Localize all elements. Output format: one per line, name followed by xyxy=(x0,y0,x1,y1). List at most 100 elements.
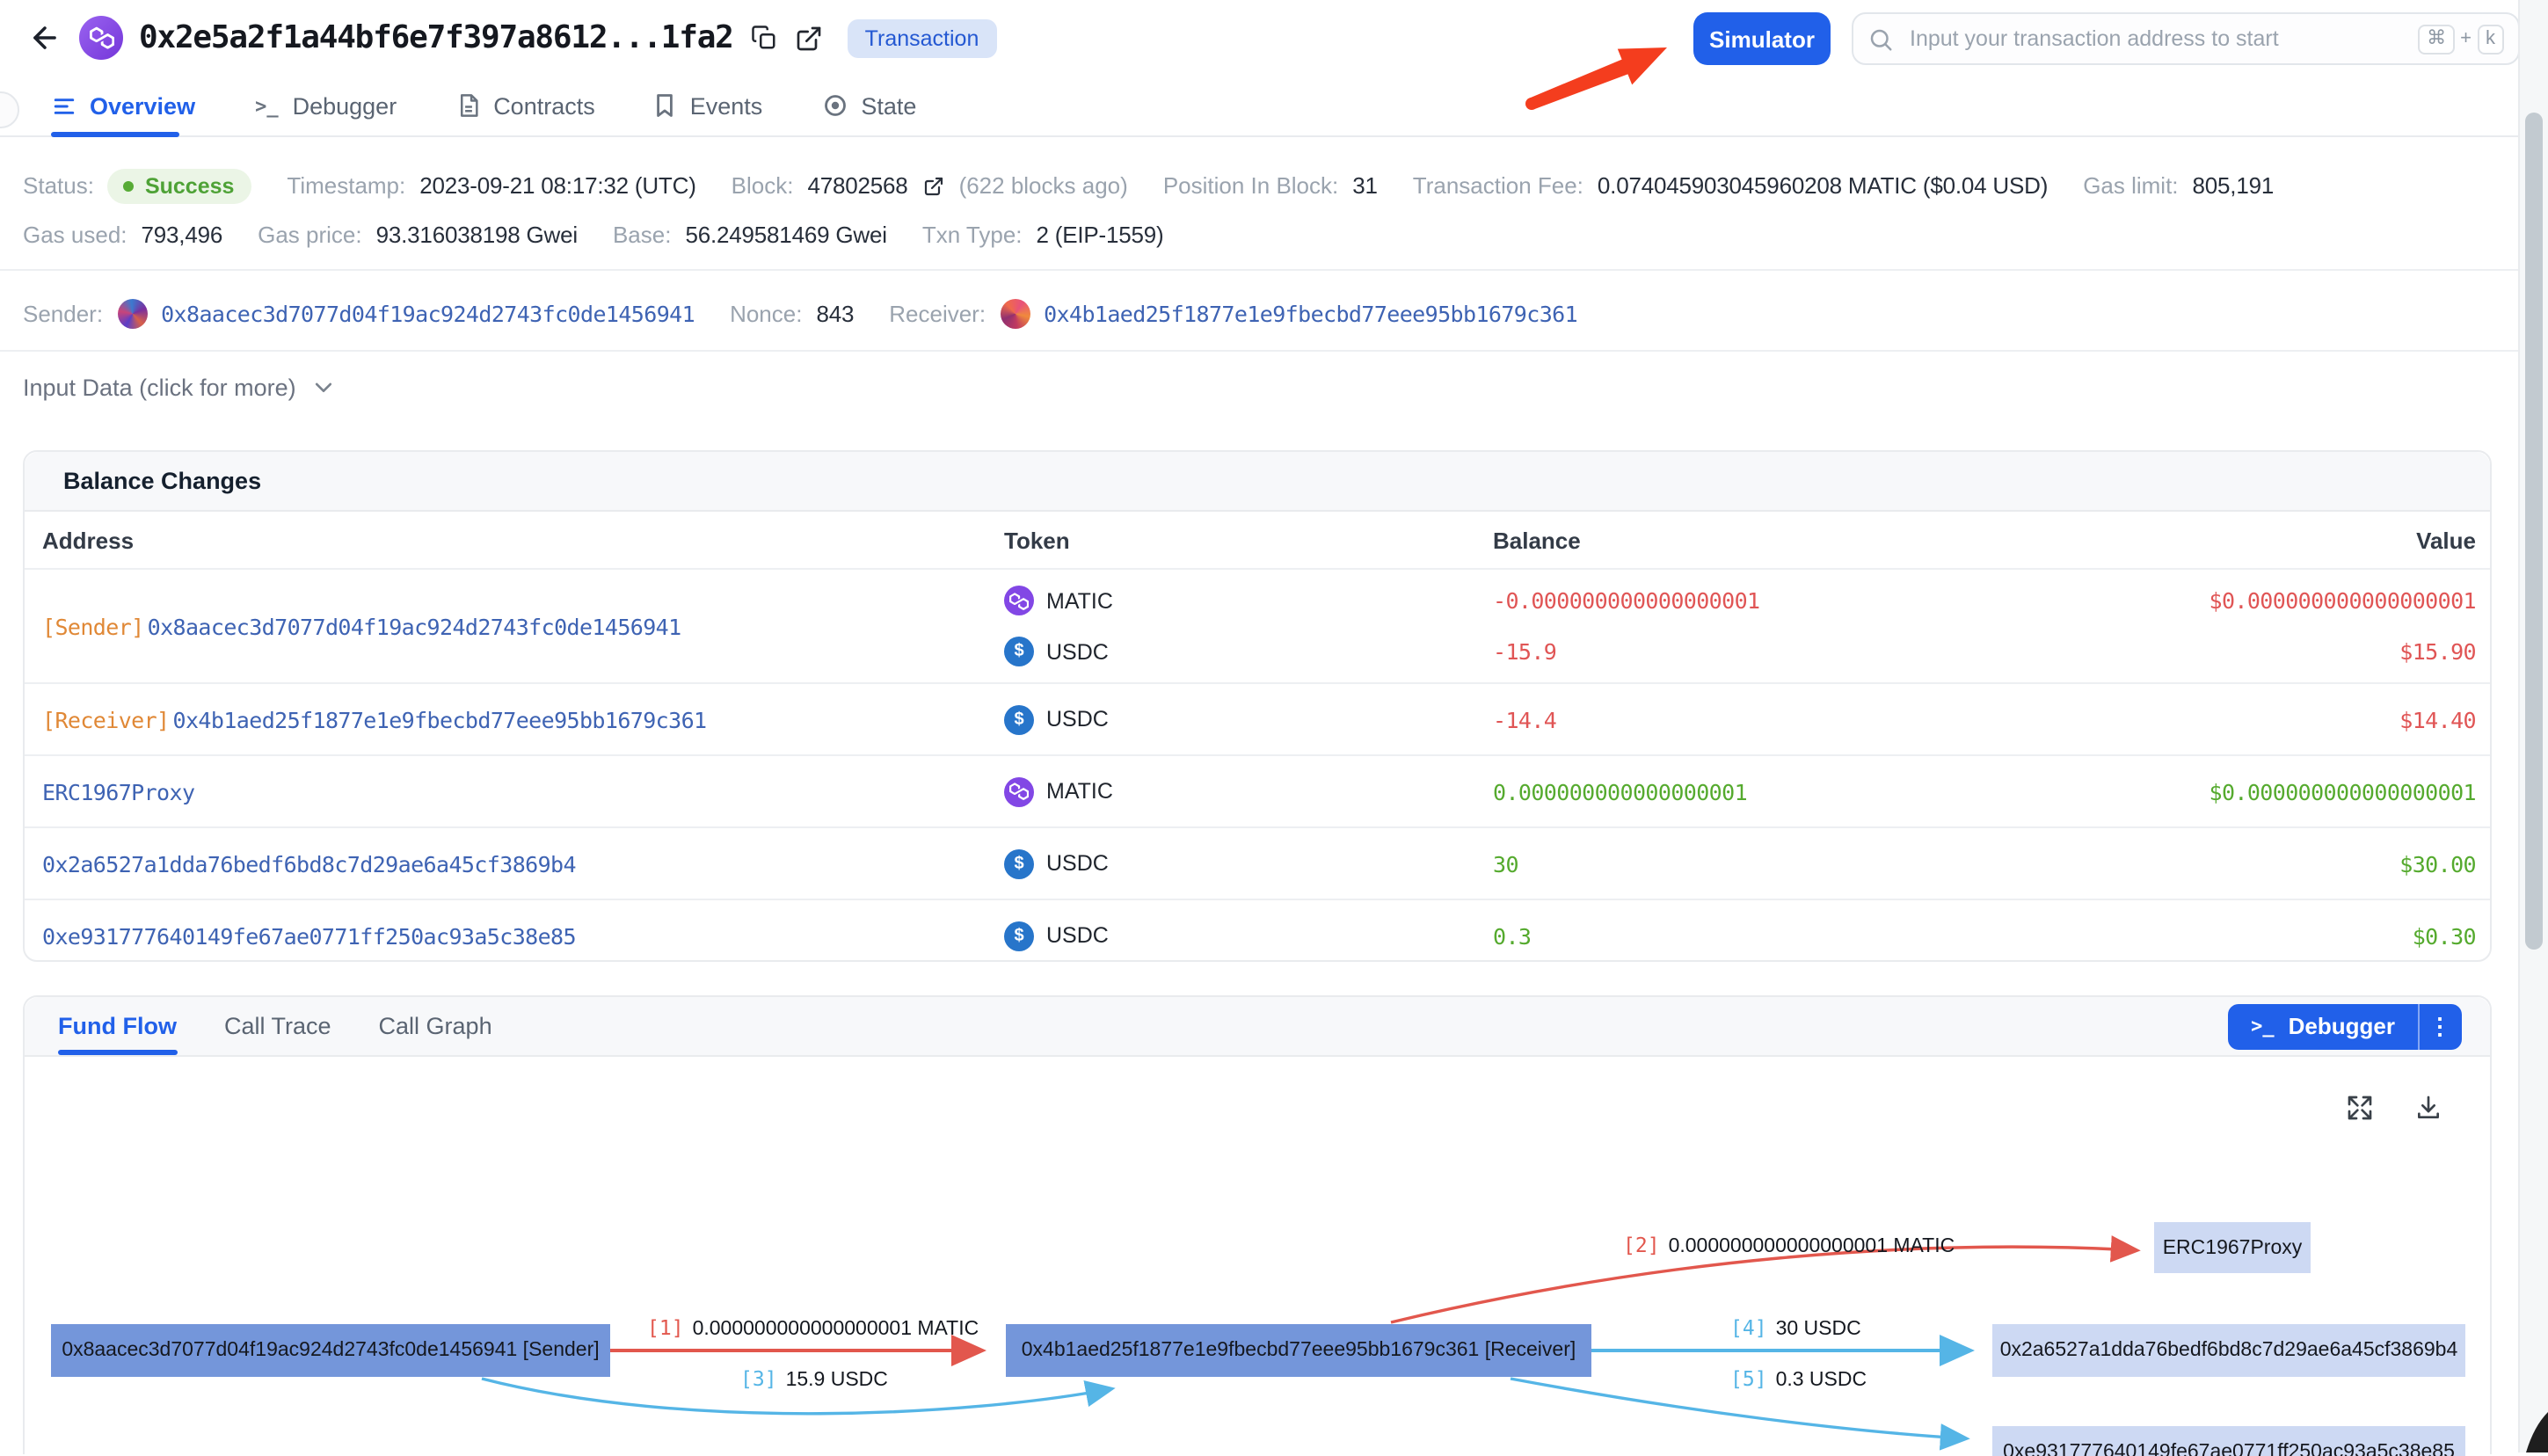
tab-events[interactable]: Events xyxy=(655,92,763,119)
token-name: MATIC xyxy=(1046,779,1113,804)
node-receiver[interactable]: 0x4b1aed25f1877e1e9fbecbd77eee95bb1679c3… xyxy=(1006,1324,1591,1377)
gas-price-label: Gas price: xyxy=(258,222,362,248)
divider xyxy=(0,350,2518,352)
tab-label: Overview xyxy=(90,92,195,119)
transaction-explorer-page: 0x2e5a2f1a44bf6e7f397a8612...1fa2 Transa… xyxy=(0,0,2548,1452)
fund-flow-panel: Fund Flow Call Trace Call Graph >_Debugg… xyxy=(23,995,2492,1454)
tab-call-graph[interactable]: Call Graph xyxy=(379,1013,492,1039)
col-balance: Balance xyxy=(1493,527,2056,553)
balance-table-header: Address Token Balance Value xyxy=(25,512,2490,570)
usdc-token-icon: $ xyxy=(1004,637,1034,666)
txn-type-value: 2 (EIP-1559) xyxy=(1037,222,1164,248)
node-0x2a6527[interactable]: 0x2a6527a1dda76bedf6bd8c7d29ae6a45cf3869… xyxy=(1992,1324,2465,1377)
external-link-icon[interactable] xyxy=(795,23,825,53)
sender-label: Sender: xyxy=(23,300,103,326)
receiver-address-link[interactable]: 0x4b1aed25f1877e1e9fbecbd77eee95bb1679c3… xyxy=(1044,300,1577,326)
search-input[interactable] xyxy=(1906,25,2418,53)
debugger-button[interactable]: >_Debugger ⋮ xyxy=(2228,1003,2462,1049)
usd-value: $0.000000000000000001 xyxy=(2056,778,2490,804)
tab-label: Debugger xyxy=(293,92,397,119)
input-data-label: Input Data (click for more) xyxy=(23,374,296,400)
usdc-token-icon: $ xyxy=(1004,848,1034,878)
tab-fund-flow[interactable]: Fund Flow xyxy=(58,1013,177,1039)
summary-row-1: Status: Success Timestamp: 2023-09-21 08… xyxy=(23,162,2274,209)
edge-label-5: [5]0.3 USDC xyxy=(1730,1366,1867,1391)
block-external-link-icon[interactable] xyxy=(922,174,945,197)
global-search[interactable]: ⌘ + k xyxy=(1852,12,2520,65)
table-row: [Receiver] 0x4b1aed25f1877e1e9fbecbd77ee… xyxy=(25,684,2490,756)
address-link[interactable]: 0xe931777640149fe67ae0771ff250ac93a5c38e… xyxy=(42,922,576,949)
base-fee-field: Base: 56.249581469 Gwei xyxy=(613,222,887,248)
node-erc1967proxy[interactable]: ERC1967Proxy xyxy=(2154,1222,2311,1273)
node-sender[interactable]: 0x8aacec3d7077d04f19ac924d2743fc0de14569… xyxy=(51,1324,610,1377)
fund-flow-diagram: [1]0.000000000000000001 MATIC [2]0.00000… xyxy=(25,1057,2490,1456)
fund-flow-tabbar: Fund Flow Call Trace Call Graph >_Debugg… xyxy=(25,997,2490,1057)
sender-field: Sender: 0x8aacec3d7077d04f19ac924d2743fc… xyxy=(23,298,695,328)
address-link[interactable]: 0x4b1aed25f1877e1e9fbecbd77eee95bb1679c3… xyxy=(173,706,707,732)
search-icon xyxy=(1867,25,1894,52)
shortcut-k-key: k xyxy=(2477,24,2504,54)
balance-value: 0.000000000000000001 xyxy=(1493,778,2056,804)
arrow-left-icon xyxy=(27,21,61,55)
balance-value: -15.9 xyxy=(1493,638,2056,665)
sender-address-link[interactable]: 0x8aacec3d7077d04f19ac924d2743fc0de14569… xyxy=(161,300,695,326)
gas-used-field: Gas used: 793,496 xyxy=(23,222,222,248)
fee-field: Transaction Fee: 0.074045903045960208 MA… xyxy=(1413,172,2048,199)
token-name: MATIC xyxy=(1046,588,1113,613)
address-link[interactable]: ERC1967Proxy xyxy=(42,778,194,804)
simulator-button[interactable]: Simulator xyxy=(1693,12,1831,65)
address-link[interactable]: 0x8aacec3d7077d04f19ac924d2743fc0de14569… xyxy=(148,613,681,639)
tab-call-trace[interactable]: Call Trace xyxy=(224,1013,331,1039)
position-value: 31 xyxy=(1352,172,1378,199)
matic-token-icon xyxy=(1004,586,1034,615)
matic-token-icon xyxy=(1004,776,1034,806)
kebab-menu-icon[interactable]: ⋮ xyxy=(2420,1012,2462,1040)
balance-changes-panel: Balance Changes Address Token Balance Va… xyxy=(23,450,2492,962)
timestamp-field: Timestamp: 2023-09-21 08:17:32 (UTC) xyxy=(287,172,695,199)
input-data-toggle[interactable]: Input Data (click for more) xyxy=(23,360,337,413)
scrollbar-thumb[interactable] xyxy=(2525,113,2543,950)
status-value: Success xyxy=(145,173,234,198)
address-link[interactable]: 0x2a6527a1dda76bedf6bd8c7d29ae6a45cf3869… xyxy=(42,850,576,877)
usdc-token-icon: $ xyxy=(1004,921,1034,950)
tab-contracts[interactable]: Contracts xyxy=(456,92,595,119)
block-field: Block: 47802568 (622 blocks ago) xyxy=(732,172,1128,199)
col-token: Token xyxy=(1004,527,1493,553)
table-row: ERC1967Proxy MATIC 0.000000000000000001 … xyxy=(25,756,2490,828)
receiver-avatar xyxy=(1000,298,1030,328)
usd-value: $30.00 xyxy=(2056,850,2490,877)
block-label: Block: xyxy=(732,172,794,199)
node-0xe93177[interactable]: 0xe931777640149fe67ae0771ff250ac93a5c38e… xyxy=(1992,1426,2465,1456)
terminal-icon: >_ xyxy=(255,94,279,117)
back-button[interactable] xyxy=(25,18,63,57)
nonce-value: 843 xyxy=(816,300,854,326)
usd-value: $0.30 xyxy=(2056,922,2490,949)
usd-value: $0.000000000000000001 xyxy=(2056,587,2490,614)
top-bar: 0x2e5a2f1a44bf6e7f397a8612...1fa2 Transa… xyxy=(0,0,2548,76)
edge-label-4: [4]30 USDC xyxy=(1730,1315,1861,1340)
sender-receiver-row: Sender: 0x8aacec3d7077d04f19ac924d2743fc… xyxy=(23,281,1577,345)
edge-label-3: [3]15.9 USDC xyxy=(740,1366,888,1391)
tab-debugger[interactable]: >_ Debugger xyxy=(255,92,397,119)
position-field: Position In Block: 31 xyxy=(1163,172,1378,199)
copy-icon[interactable] xyxy=(749,23,779,53)
balance-value: 30 xyxy=(1493,850,2056,877)
position-label: Position In Block: xyxy=(1163,172,1338,199)
receiver-field: Receiver: 0x4b1aed25f1877e1e9fbecbd77eee… xyxy=(889,298,1577,328)
status-label: Status: xyxy=(23,172,94,199)
gas-price-value: 93.316038198 Gwei xyxy=(376,222,578,248)
fee-value: 0.074045903045960208 MATIC ($0.04 USD) xyxy=(1598,172,2048,199)
tab-overview[interactable]: Overview xyxy=(53,92,195,119)
tab-label: State xyxy=(861,92,916,119)
usdc-token-icon: $ xyxy=(1004,704,1034,734)
balance-changes-title: Balance Changes xyxy=(25,452,2490,512)
tab-label: Contracts xyxy=(493,92,595,119)
block-ago: (622 blocks ago) xyxy=(959,172,1128,199)
timestamp-value: 2023-09-21 08:17:32 (UTC) xyxy=(419,172,695,199)
transaction-type-badge: Transaction xyxy=(848,18,997,57)
base-value: 56.249581469 Gwei xyxy=(685,222,886,248)
polygon-chain-icon xyxy=(79,16,123,60)
page-tabs: Overview >_ Debugger Contracts Events St… xyxy=(0,76,2548,137)
address-tag: [Sender] xyxy=(42,613,144,639)
tab-state[interactable]: State xyxy=(822,92,916,119)
